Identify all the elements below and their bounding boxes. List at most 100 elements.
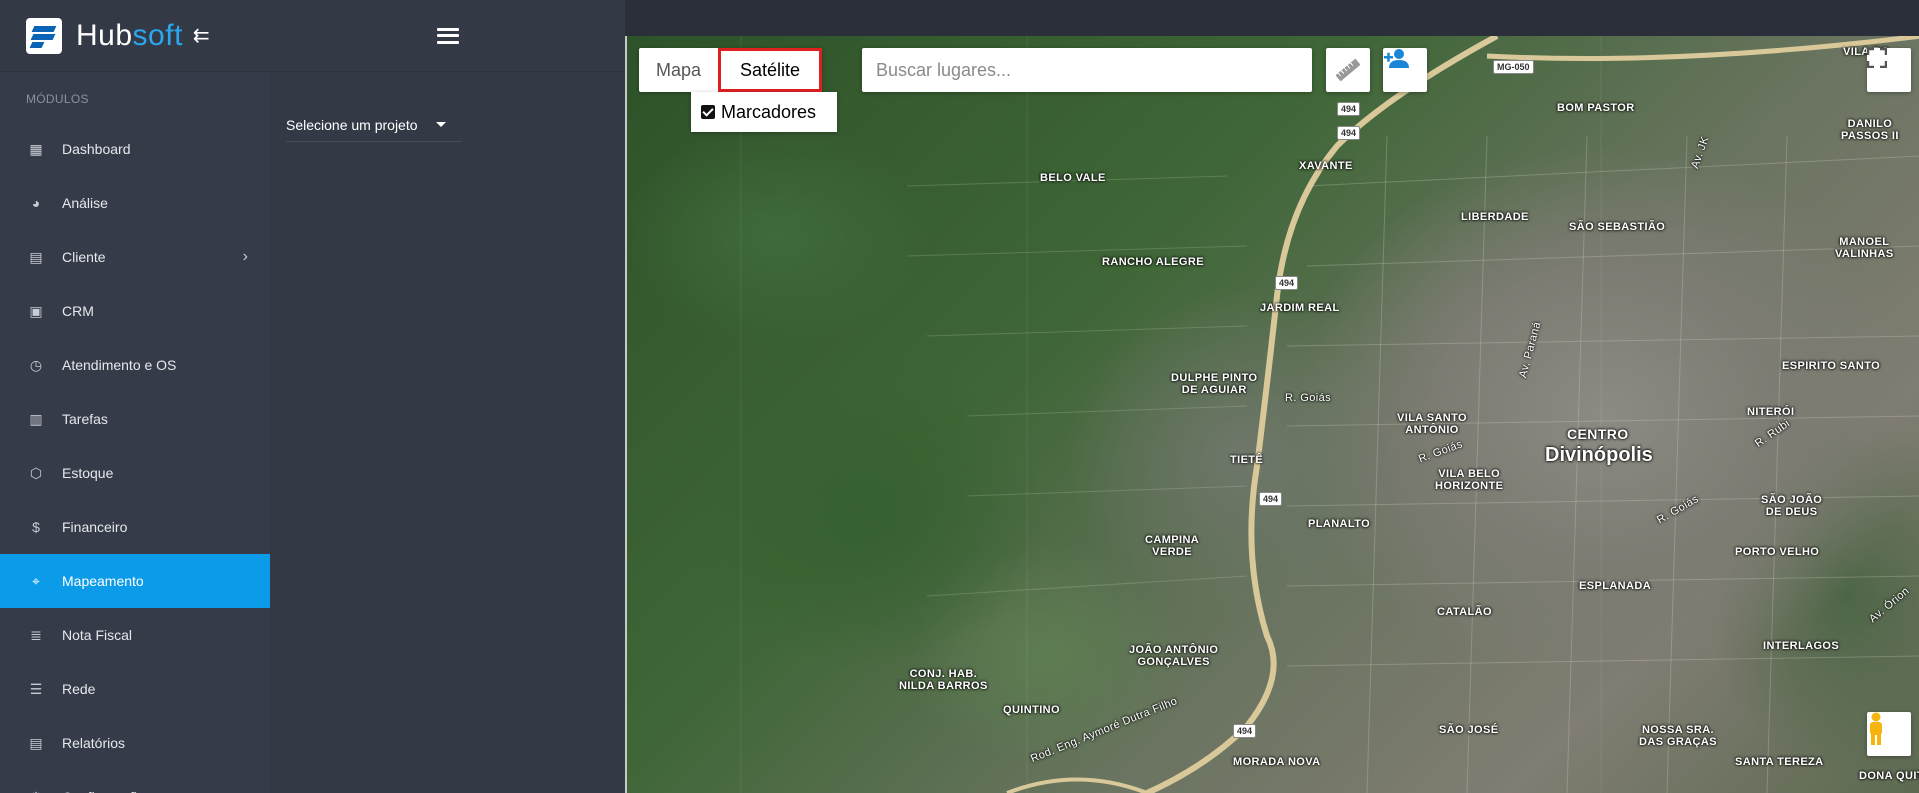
sidebar-item-dashboard[interactable]: ▦ Dashboard <box>0 122 270 176</box>
map-label: MORADA NOVA <box>1233 756 1321 768</box>
sidebar-item-configura-o[interactable]: ⚙ Configuração › <box>0 770 270 793</box>
sidebar-item-label: Atendimento e OS <box>62 357 177 373</box>
street-view-button[interactable] <box>1867 712 1911 756</box>
money-icon: $ <box>32 519 40 535</box>
map-label: PLANALTO <box>1308 518 1371 530</box>
markers-label: Marcadores <box>721 101 817 122</box>
map-label: TIETÊ <box>1230 454 1264 466</box>
map-label: CONJ. HAB. NILDA BARROS <box>899 668 988 692</box>
board-icon: ▣ <box>29 302 43 319</box>
map-canvas[interactable]: BELO VALE RANCHO ALEGRE XAVANTE BOM PAST… <box>625 36 1919 793</box>
person-add-icon <box>1384 49 1409 68</box>
map-label: JARDIM REAL <box>1260 302 1340 314</box>
sidebar-item-label: Estoque <box>62 465 114 481</box>
map-roads <box>740 36 1919 793</box>
add-user-button[interactable] <box>1383 48 1427 92</box>
gear-icon: ⚙ <box>28 789 44 793</box>
map-pin-icon: ⌖ <box>32 572 40 589</box>
brand-name: Hubsoft <box>76 19 183 53</box>
hubsoft-logo <box>26 17 62 54</box>
sidebar-item-an-lise[interactable]: ◕ Análise <box>0 176 270 230</box>
map-label: ESPLANADA <box>1579 580 1652 592</box>
map-label: SÃO JOSÉ <box>1439 724 1499 736</box>
map-label: ESPIRITO SANTO <box>1782 360 1881 372</box>
road-tag: 494 <box>1337 126 1361 140</box>
map-label: DONA QUIT <box>1859 770 1919 782</box>
panel-header <box>270 0 625 72</box>
map-type-satellite-button[interactable]: Satélite <box>718 48 823 92</box>
sidebar-item-label: Financeiro <box>62 519 128 535</box>
checkbox-checked-icon[interactable] <box>701 105 715 119</box>
road-tag: MG-050 <box>1493 60 1534 74</box>
hamburger-menu-icon[interactable] <box>436 27 459 44</box>
sidebar-item-cliente[interactable]: ▤ Cliente › <box>0 230 270 284</box>
nav-list: ▦ Dashboard ◕ Análise ▤ Cliente › ▣ CRM ◷ Atendime… <box>0 122 270 793</box>
sidebar-item-label: Tarefas <box>62 411 108 427</box>
sidebar-item-mapeamento[interactable]: ⌖ Mapeamento <box>0 554 270 608</box>
map-type-map-button[interactable]: Mapa <box>639 48 718 92</box>
brand-header: Hubsoft ⇇ <box>0 0 270 72</box>
sidebar-item-label: CRM <box>62 303 94 319</box>
sidebar-item-label: Nota Fiscal <box>62 627 133 643</box>
map-label: DANILO PASSOS II <box>1841 118 1899 142</box>
map-label: Divinópolis <box>1545 444 1653 466</box>
road-tag: 494 <box>1259 492 1283 506</box>
map-label: BELO VALE <box>1040 172 1106 184</box>
contact-card-icon: ▤ <box>29 248 43 265</box>
fullscreen-button[interactable] <box>1867 48 1911 92</box>
map-label: XAVANTE <box>1299 160 1353 172</box>
brand-name-part2: soft <box>132 18 183 52</box>
sidebar-item-financeiro[interactable]: $ Financeiro <box>0 500 270 554</box>
project-select[interactable]: Selecione um projeto <box>286 108 462 142</box>
map-label: NITERÓI <box>1747 406 1795 418</box>
chevron-right-icon: › <box>243 788 248 793</box>
map-label: SÃO SEBASTIÃO <box>1569 221 1666 233</box>
sidebar: Hubsoft ⇇ MÓDULOS ▦ Dashboard ◕ Análise ▤ Cli… <box>0 0 270 793</box>
map-label: QUINTINO <box>1003 704 1060 716</box>
document-icon: ▤ <box>29 734 43 751</box>
map-label: VILA SANTO ANTÔNIO <box>1397 412 1468 436</box>
calendar-clock-icon: ◷ <box>29 356 43 373</box>
brand-name-part1: Hub <box>76 18 133 52</box>
project-panel: Selecione um projeto <box>270 0 625 793</box>
collapse-menu-icon[interactable]: ⇇ <box>193 23 210 48</box>
sidebar-item-rede[interactable]: ☰ Rede <box>0 662 270 716</box>
sidebar-item-label: Dashboard <box>62 141 131 157</box>
chevron-right-icon: › <box>242 248 248 265</box>
sidebar-item-relat-rios[interactable]: ▤ Relatórios <box>0 716 270 770</box>
receipt-icon: ≣ <box>30 626 42 643</box>
map-type-control: Mapa Satélite <box>639 48 823 92</box>
map-label: CATALÃO <box>1437 606 1492 618</box>
top-bar <box>625 0 1919 36</box>
map-label: INTERLAGOS <box>1763 640 1840 652</box>
pie-chart-icon: ◕ <box>31 195 41 211</box>
map-label: DULPHE PINTO DE AGUIAR <box>1171 372 1258 396</box>
map-label: LIBERDADE <box>1461 211 1529 223</box>
map-label: NOSSA SRA. DAS GRAÇAS <box>1639 724 1717 748</box>
search-places-input[interactable] <box>862 48 1312 92</box>
sidebar-item-label: Rede <box>62 681 96 697</box>
map-label: VILA BELO HORIZONTE <box>1435 468 1504 492</box>
ruler-icon <box>1335 58 1361 82</box>
measure-button[interactable] <box>1326 48 1370 92</box>
road-tag: 494 <box>1337 102 1361 116</box>
sidebar-item-crm[interactable]: ▣ CRM <box>0 284 270 338</box>
sidebar-item-label: Mapeamento <box>62 573 144 589</box>
sidebar-item-atendimento-e-os[interactable]: ◷ Atendimento e OS <box>0 338 270 392</box>
pegman-icon <box>1870 712 1882 745</box>
map-label: R. Goiás <box>1285 392 1331 404</box>
caret-down-icon <box>435 122 446 127</box>
project-select-label: Selecione um projeto <box>286 116 418 133</box>
markers-toggle[interactable]: Marcadores <box>691 92 837 132</box>
sidebar-item-estoque[interactable]: ⬡ Estoque <box>0 446 270 500</box>
sidebar-item-tarefas[interactable]: ▥ Tarefas <box>0 392 270 446</box>
server-icon: ☰ <box>29 680 43 697</box>
section-label: MÓDULOS <box>26 92 89 106</box>
map-label: JOÃO ANTÔNIO GONÇALVES <box>1129 644 1219 668</box>
map-label: CAMPINA VERDE <box>1145 534 1200 558</box>
dashboard-icon: ▦ <box>29 140 43 157</box>
map-label: BOM PASTOR <box>1557 102 1635 114</box>
box-icon: ⬡ <box>29 464 43 481</box>
map-label: CENTRO <box>1567 426 1629 442</box>
sidebar-item-nota-fiscal[interactable]: ≣ Nota Fiscal <box>0 608 270 662</box>
